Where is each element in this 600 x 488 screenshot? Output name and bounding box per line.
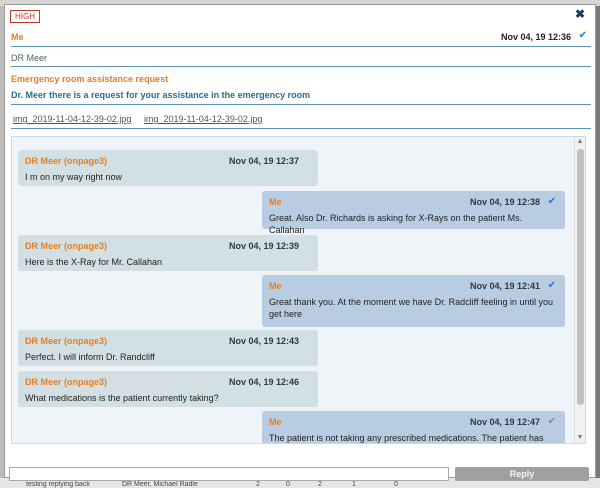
chat-date: Nov 04, 19 12:46	[228, 377, 299, 387]
close-icon[interactable]: ✖	[575, 7, 585, 21]
chat-text: Great. Also Dr. Richards is asking for X…	[269, 213, 523, 235]
priority-badge: HIGH	[10, 10, 40, 23]
chat-date: Nov 04, 19 12:47	[469, 417, 540, 427]
chat-text: I m on my way right now	[25, 172, 123, 182]
chat-sender: DR Meer (onpage3)	[25, 336, 108, 346]
message-recipient: DR Meer	[11, 53, 48, 63]
chat-date: Nov 04, 19 12:43	[228, 336, 299, 346]
message-subject: Emergency room assistance request	[11, 74, 169, 84]
message-body: Dr. Meer there is a request for your ass…	[11, 90, 311, 100]
attachment-link[interactable]: img_2019-11-04-12-39-02.jpg	[144, 114, 262, 124]
divider	[11, 66, 591, 67]
chat-text: What medications is the patient currentl…	[25, 393, 219, 403]
chat-date: Nov 04, 19 12:41	[469, 281, 540, 291]
bg-cell-count: 0	[286, 481, 290, 488]
read-check-icon: ✔	[578, 30, 587, 41]
sent-check-icon: ✔	[547, 416, 556, 427]
bg-cell-count: 0	[394, 481, 398, 488]
bg-cell-count: 2	[318, 481, 322, 488]
chat-sender: DR Meer (onpage3)	[25, 377, 108, 387]
chat-sender: Me	[269, 281, 282, 291]
message-date: Nov 04, 19 12:36	[500, 32, 571, 42]
message-modal: HIGH ✖ Me Nov 04, 19 12:36 ✔ DR Meer Eme…	[4, 4, 596, 481]
chat-sender: DR Meer (onpage3)	[25, 241, 108, 251]
chat-date: Nov 04, 19 12:37	[228, 156, 299, 166]
chat-text: The patient is not taking any prescribed…	[269, 433, 544, 443]
attachment-list: img_2019-11-04-12-39-02.jpg img_2019-11-…	[13, 114, 272, 124]
scroll-up-arrow-icon[interactable]: ▲	[575, 137, 585, 147]
bg-cell-count: 1	[352, 481, 356, 488]
chat-sender: DR Meer (onpage3)	[25, 156, 108, 166]
read-check-icon: ✔	[547, 196, 556, 207]
divider	[11, 128, 591, 129]
read-check-icon: ✔	[547, 280, 556, 291]
chat-date: Nov 04, 19 12:39	[228, 241, 299, 251]
chat-message-incoming: DR Meer (onpage3) Nov 04, 19 12:37 I m o…	[18, 150, 318, 186]
chat-message-outgoing: Me Nov 04, 19 12:38 ✔ Great. Also Dr. Ri…	[262, 191, 565, 235]
divider	[11, 46, 591, 47]
reply-input[interactable]	[9, 467, 449, 481]
chat-message-outgoing: Me Nov 04, 19 12:41 ✔ Great thank you. A…	[262, 275, 565, 327]
chat-message-outgoing: Me Nov 04, 19 12:47 ✔ The patient is not…	[262, 411, 565, 443]
chat-sender: Me	[269, 417, 282, 427]
chat-thread[interactable]: DR Meer (onpage3) Nov 04, 19 12:37 I m o…	[11, 136, 586, 444]
chat-text: Great thank you. At the moment we have D…	[269, 297, 553, 319]
chat-scrollbar[interactable]: ▲ ▼	[574, 137, 585, 443]
attachment-link[interactable]: img_2019-11-04-12-39-02.jpg	[13, 114, 131, 124]
chat-text: Perfect. I will inform Dr. Randcliff	[25, 352, 155, 362]
bg-cell-subject: testing replying back	[26, 481, 90, 488]
message-sender: Me	[11, 32, 24, 42]
chat-message-incoming: DR Meer (onpage3) Nov 04, 19 12:39 Here …	[18, 235, 318, 271]
chat-text: Here is the X-Ray for Mr. Callahan	[25, 257, 163, 267]
reply-button[interactable]: Reply	[455, 467, 589, 481]
divider	[11, 104, 591, 105]
scrollbar-thumb[interactable]	[577, 149, 584, 405]
chat-date: Nov 04, 19 12:38	[469, 197, 540, 207]
chat-message-incoming: DR Meer (onpage3) Nov 04, 19 12:43 Perfe…	[18, 330, 318, 366]
chat-sender: Me	[269, 197, 282, 207]
chat-message-incoming: DR Meer (onpage3) Nov 04, 19 12:46 What …	[18, 371, 318, 407]
bg-cell-recipients: DR Meer, Michael Radle	[122, 481, 198, 488]
scroll-down-arrow-icon[interactable]: ▼	[575, 433, 585, 443]
bg-cell-count: 2	[256, 481, 260, 488]
